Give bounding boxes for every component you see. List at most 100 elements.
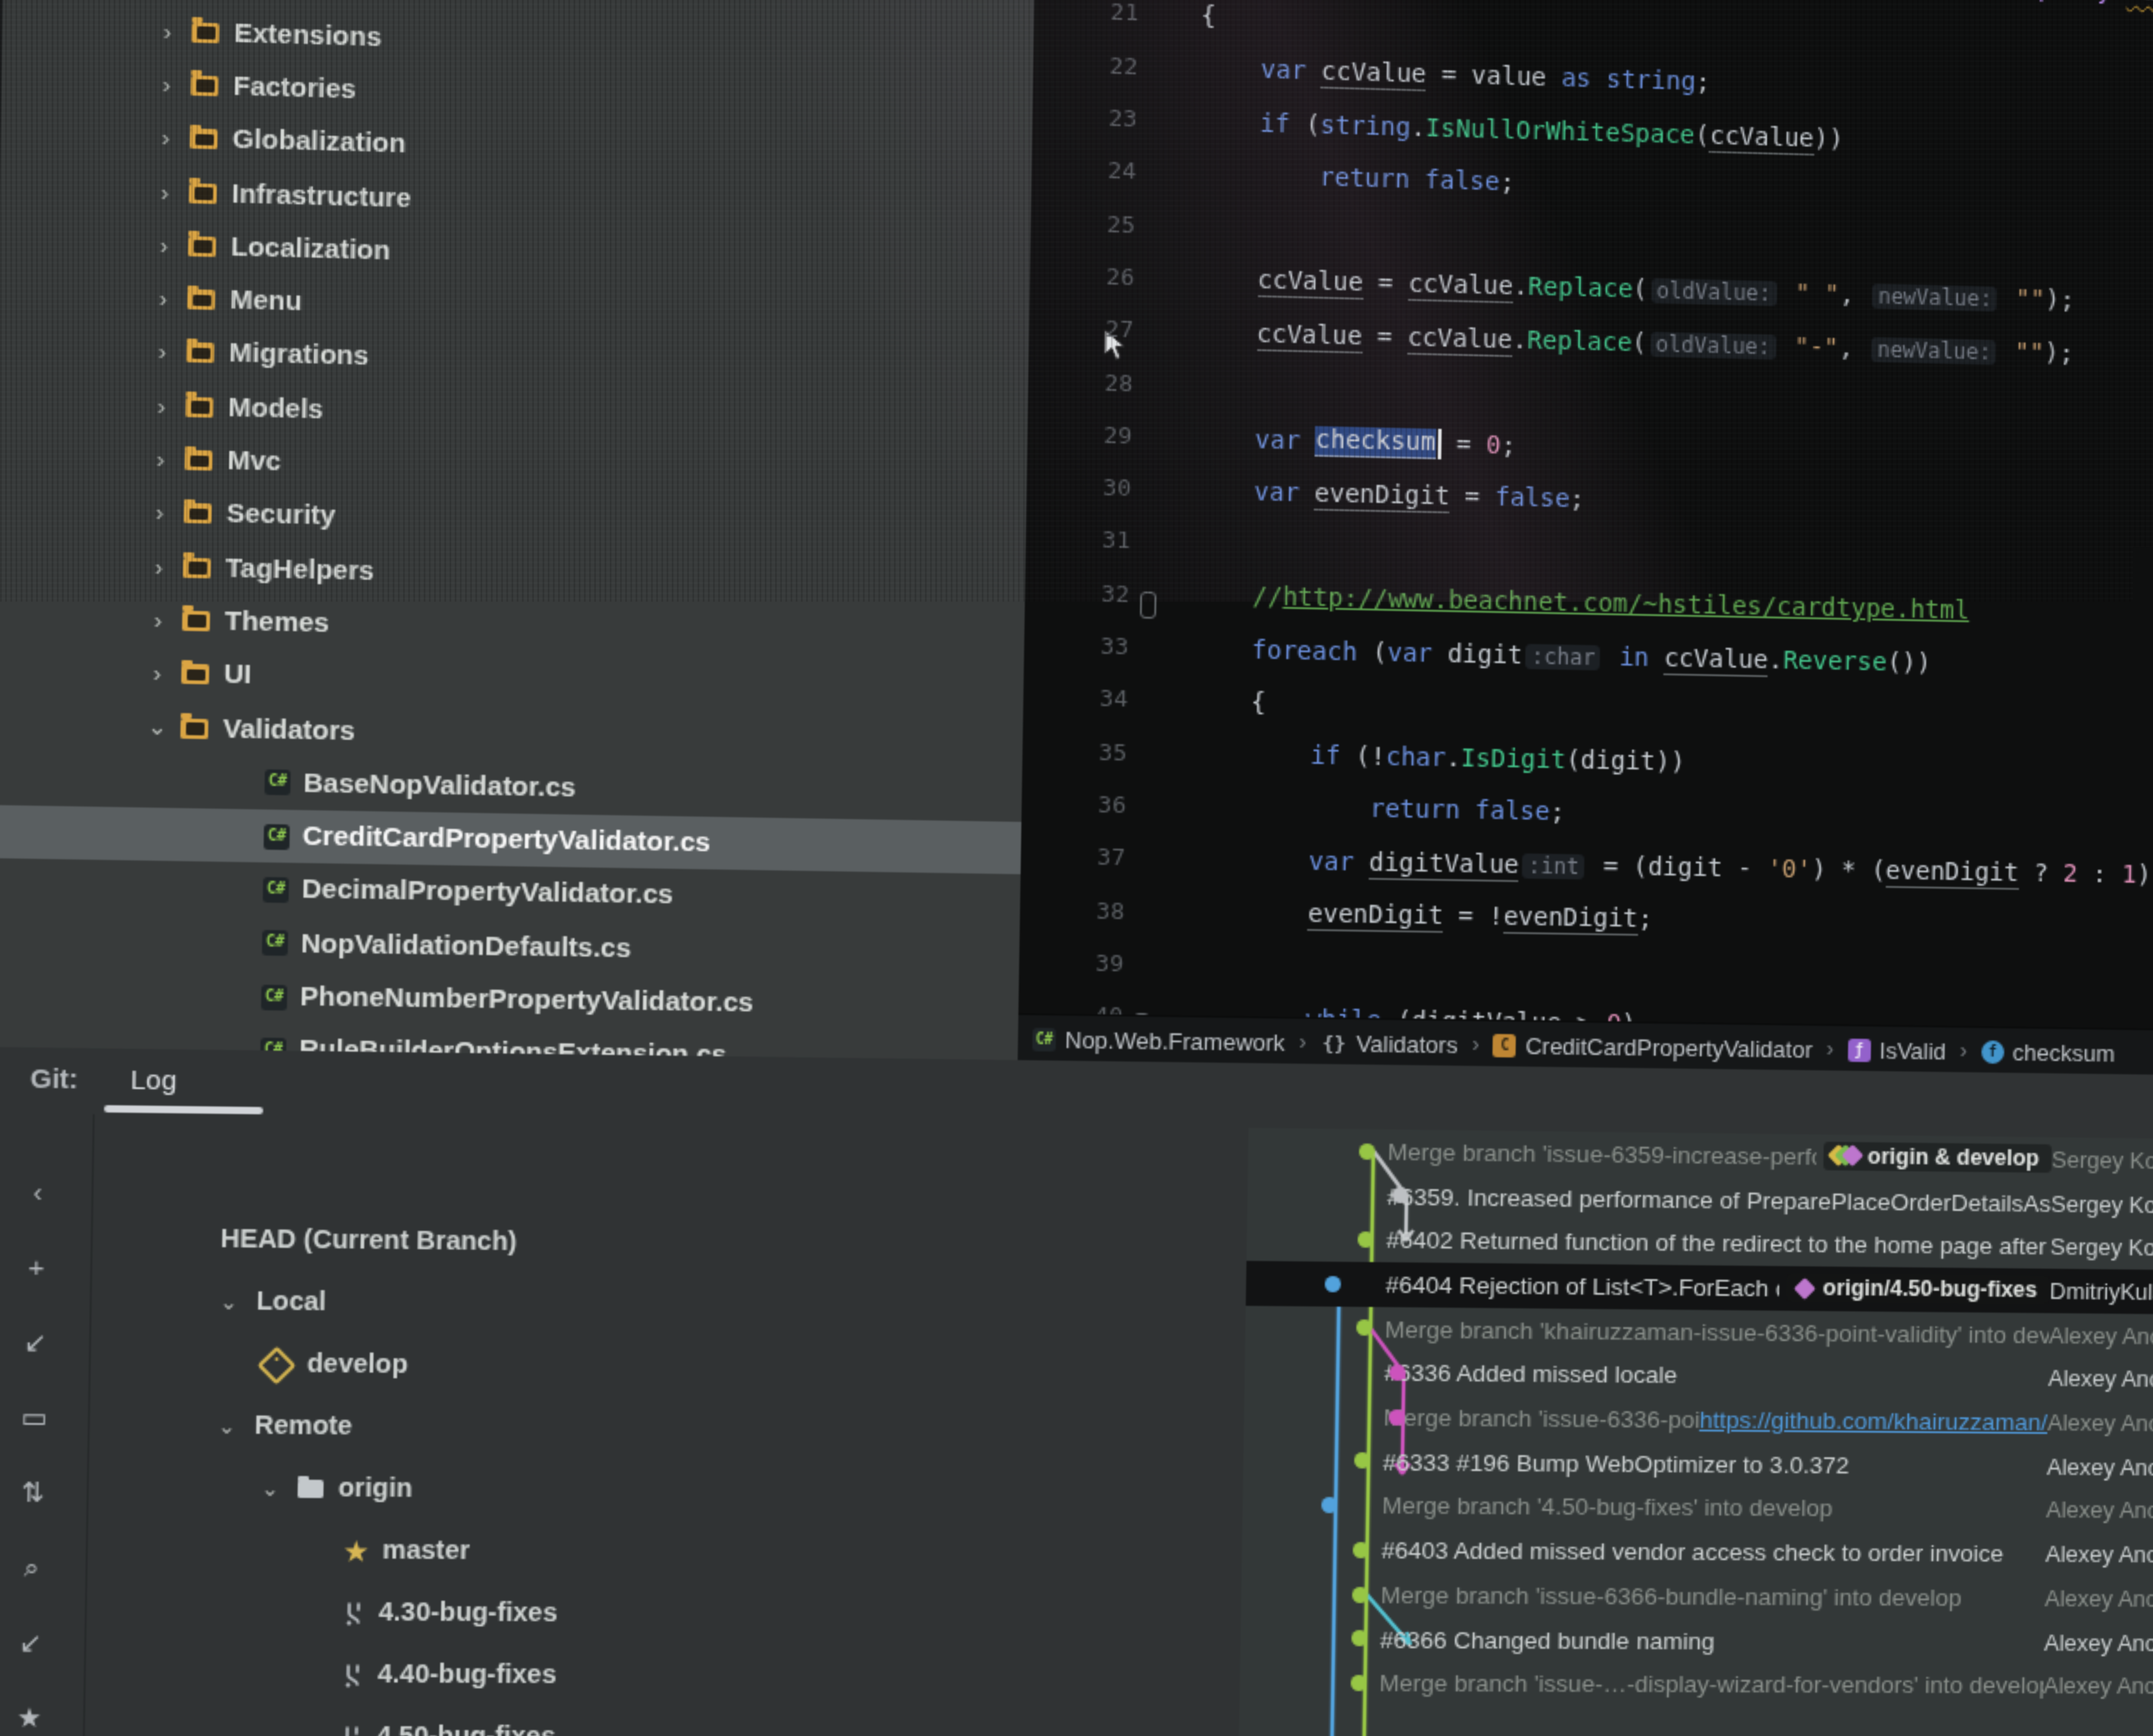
line-number: 23	[1032, 104, 1137, 133]
line-number: 32	[1025, 580, 1130, 609]
commit-list: Merge branch 'issue-6359-increase-perfor…	[1238, 1128, 2153, 1736]
get-from-vcs-icon[interactable]: ↙	[0, 1314, 90, 1370]
branch-item-origin[interactable]: ⌄origin	[261, 1459, 413, 1519]
chevron-right-icon[interactable]: ›	[157, 71, 176, 99]
branch-icon	[342, 1662, 363, 1688]
git-branches-tree: HEAD (Current Branch)⌄Localdevelop ⌄ Remot…	[82, 1114, 1248, 1736]
chevron-right-icon[interactable]: ›	[148, 660, 167, 687]
chevron-right-icon[interactable]: ›	[155, 231, 174, 259]
back-icon[interactable]: ‹	[0, 1164, 92, 1220]
chevron-down-icon[interactable]: ⌄	[147, 713, 166, 742]
commit-message-cell: Merge branch 'issue-6366-bundle-naming' …	[1381, 1581, 2045, 1611]
ref-label-origin-450[interactable]: origin/4.50-bug-fixes	[1786, 1274, 2050, 1305]
tab-log[interactable]: Log	[130, 1065, 177, 1097]
commit-row[interactable]: Merge branch '4.50-bug-fixes' into devel…	[1242, 1483, 2153, 1535]
branch-item-4-30-bug-fixes[interactable]: 4.30-bug-fixes	[343, 1584, 558, 1643]
commit-message: #6336 Added missed locale	[1384, 1360, 1678, 1389]
chevron-down-icon[interactable]: ⌄	[217, 1414, 240, 1439]
pull-icon[interactable]: ↙	[0, 1615, 85, 1671]
line-number: 39	[1019, 950, 1124, 978]
commit-message-cell: Merge branch 'issue-…-display-wizard-for…	[1379, 1670, 2044, 1699]
code-editor[interactable]: ? ext methods ? exposing APIs 20override…	[1018, 0, 2153, 1035]
commit-row[interactable]: Merge branch 'issue-…-display-wizard-for…	[1240, 1661, 2153, 1709]
breadcrumb-item-isvalid[interactable]: ƒIsValid	[1847, 1036, 1946, 1064]
code-text: if (string.IsNullOrWhiteSpace(ccValue))	[1169, 107, 1844, 154]
commit-message: #6402 Returned function of the redirect …	[1386, 1227, 2051, 1260]
chevron-right-icon[interactable]: ›	[149, 553, 168, 581]
tree-item-label: Globalization	[232, 124, 406, 160]
tree-item-label: Themes	[224, 606, 329, 639]
folder-icon	[190, 129, 218, 149]
chevron-right-icon[interactable]: ›	[149, 606, 168, 634]
braces-icon: {}	[1321, 1031, 1348, 1054]
add-icon[interactable]: +	[0, 1239, 91, 1295]
commit-row[interactable]: #6366 Changed bundle namingAlexey Anokhi…	[1240, 1616, 2153, 1665]
tags-icon	[1830, 1146, 1859, 1168]
commit-message-link[interactable]: https://github.com/khairuzzaman/	[1699, 1407, 2048, 1436]
breadcrumb-label: checksum	[2013, 1038, 2115, 1066]
line-number: 36	[1021, 791, 1126, 820]
line-number: 38	[1020, 897, 1125, 925]
comment-hyperlink[interactable]: http://www.beachnet.com/~hstiles/cardtyp…	[1282, 584, 1970, 626]
commit-author: Sergey Koshelev	[2051, 1146, 2153, 1175]
commit-author: Sergey Koshelev	[2051, 1190, 2153, 1219]
chevron-right-icon[interactable]: ›	[155, 178, 174, 206]
photo-of-ide-screen: Bookmarks ›Controllers›Events›Extensions…	[0, 0, 2153, 1736]
tree-item-label: CreditCardPropertyValidator.cs	[302, 821, 710, 859]
chevron-down-icon[interactable]: ⌄	[261, 1476, 283, 1502]
chevron-right-icon[interactable]: ›	[153, 338, 172, 366]
commit-author: Alexey Anokhin	[2049, 1321, 2153, 1350]
commit-author: Alexey Anokhin	[2044, 1628, 2153, 1656]
breadcrumb-item-checksum[interactable]: fchecksum	[1981, 1038, 2115, 1066]
breadcrumb-item-validators[interactable]: {}Validators	[1321, 1029, 1458, 1058]
compare-icon[interactable]: ⇅	[0, 1465, 87, 1520]
commit-row[interactable]: #6333 #196 Bump WebOptimizer to 3.0.372A…	[1243, 1439, 2153, 1491]
chevron-right-icon[interactable]: ›	[151, 446, 170, 474]
commit-author: DmitriyKulagin	[2049, 1277, 2153, 1306]
code-text: {	[1160, 687, 1266, 718]
commit-row[interactable]: #6403 Added missed vendor access check t…	[1241, 1528, 2153, 1578]
chevron-right-icon[interactable]: ›	[152, 392, 171, 420]
csharp-file-icon: C#	[263, 877, 289, 902]
branch-item-head-current-branch-[interactable]: HEAD (Current Branch)	[220, 1211, 518, 1272]
code-text: var checksum = 0;	[1164, 422, 1516, 461]
solution-explorer: ›Controllers›Events›Extensions›Factories…	[0, 0, 1037, 1093]
branch-item-4-50-bug-fixes[interactable]: 4.50-bug-fixes	[341, 1708, 556, 1736]
active-tab-indicator	[104, 1105, 263, 1114]
git-label: Git:	[30, 1064, 79, 1096]
chevron-right-icon[interactable]: ›	[150, 499, 169, 527]
ref-label-origin-develop[interactable]: origin & develop	[1824, 1142, 2052, 1173]
method-icon: ƒ	[1847, 1038, 1871, 1061]
code-text: if (!char.IsDigit(digit))	[1159, 740, 1685, 778]
branch-label: Remote	[254, 1412, 353, 1442]
commit-author: Alexey Anokhin	[2048, 1365, 2153, 1394]
chevron-right-icon[interactable]: ›	[156, 124, 175, 152]
commit-message-cell: #6403 Added missed vendor access check t…	[1381, 1537, 2046, 1568]
breadcrumb-item-nop.web.framework[interactable]: C#Nop.Web.Framework	[1032, 1025, 1285, 1055]
delete-icon[interactable]: ▭	[0, 1390, 88, 1445]
branch-item-local[interactable]: ⌄Local	[219, 1273, 327, 1332]
code-text: return false;	[1168, 160, 1515, 198]
tree-item-label: Extensions	[234, 17, 382, 53]
branch-item-master[interactable]: ★master	[344, 1522, 470, 1581]
branch-item-remote[interactable]: ⌄ Remote	[217, 1397, 353, 1457]
favorite-icon[interactable]: ★	[0, 1690, 84, 1736]
tree-item-label: Security	[226, 499, 336, 532]
branch-item-4-40-bug-fixes[interactable]: 4.40-bug-fixes	[342, 1646, 557, 1705]
csharp-file-icon: C#	[264, 770, 291, 796]
tree-item-label: TagHelpers	[225, 552, 374, 586]
search-icon[interactable]: ⌕	[0, 1540, 86, 1596]
class-icon: C	[1493, 1033, 1517, 1057]
code-text: foreach (var digit:char in ccValue.Rever…	[1161, 634, 1932, 678]
fold-marker[interactable]	[1140, 591, 1157, 618]
breadcrumb-item-creditcardpropertyvalidator[interactable]: CCreditCardPropertyValidator	[1493, 1031, 1813, 1062]
breadcrumb-separator: ›	[1960, 1038, 1967, 1063]
commit-row[interactable]: Merge branch 'issue-6366-bundle-naming' …	[1241, 1572, 2153, 1622]
branch-label: master	[382, 1537, 470, 1566]
chevron-down-icon[interactable]: ⌄	[219, 1289, 242, 1315]
chevron-right-icon[interactable]: ›	[158, 17, 177, 45]
tree-item-label: Mvc	[227, 445, 281, 477]
tree-item-label: NopValidationDefaults.cs	[301, 928, 631, 964]
branch-item-develop[interactable]: develop	[262, 1335, 408, 1395]
chevron-right-icon[interactable]: ›	[154, 285, 173, 313]
